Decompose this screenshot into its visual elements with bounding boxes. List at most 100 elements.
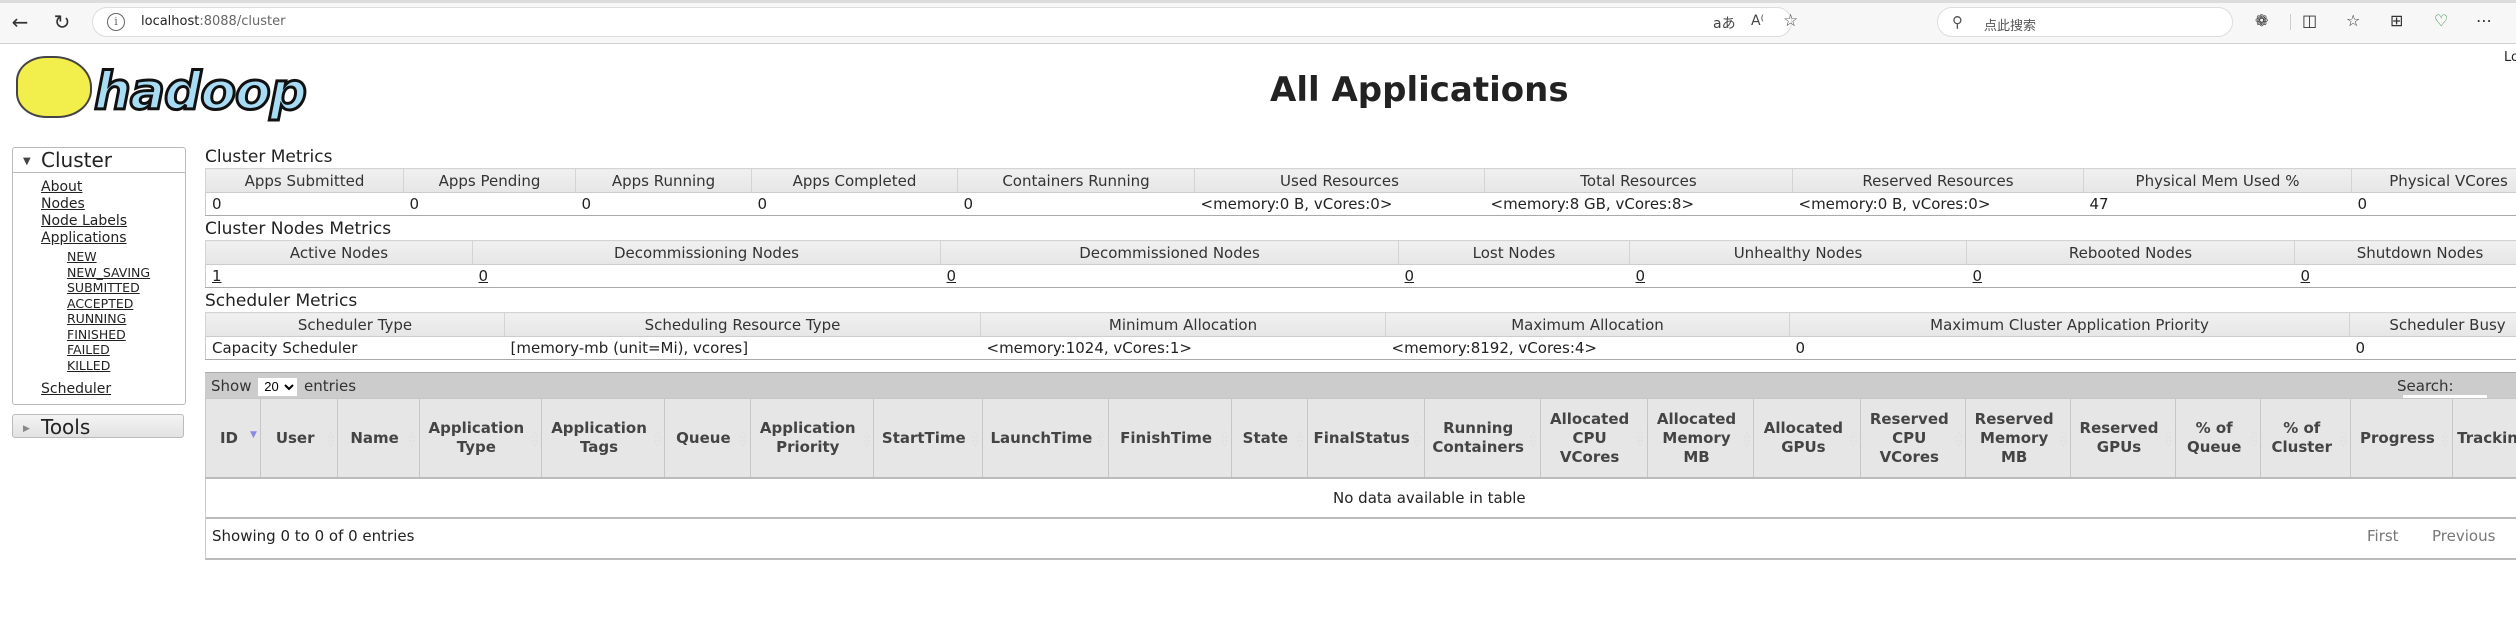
collapse-triangle-icon: ▼ — [23, 155, 31, 167]
favorite-star-icon[interactable]: ☆ — [1783, 11, 1798, 31]
sidebar-item-node-labels[interactable]: Node Labels — [41, 213, 127, 229]
state-link-accepted[interactable]: ACCEPTED — [67, 296, 133, 311]
column-header-label: StartTime — [881, 428, 966, 447]
address-bar[interactable]: i localhost:8088/cluster aあ A⁽ ☆ — [92, 7, 1798, 37]
scheduler-metrics-title: Scheduler Metrics — [205, 291, 358, 311]
column-header-queue[interactable]: Queue △ ▽ — [664, 398, 751, 479]
state-link-new[interactable]: NEW — [67, 249, 97, 264]
split-screen-icon[interactable]: ◫ — [2302, 11, 2317, 30]
sort-desc-icon: ▼ — [250, 430, 257, 440]
metric-link-decommissioned-nodes[interactable]: 0 — [947, 267, 957, 285]
column-header-of-cluster[interactable]: % of Cluster △ ▽ — [2260, 398, 2352, 479]
column-header-application-type[interactable]: Application Type △ ▽ — [418, 398, 542, 479]
metric-value-scheduler-busy: 0 — [2349, 336, 2516, 360]
column-header-allocated-cpu-vcores[interactable]: Allocated CPU VCores △ ▽ — [1539, 398, 1648, 479]
pagination-first[interactable]: First — [2367, 527, 2399, 545]
metric-link-rebooted-nodes[interactable]: 0 — [1973, 267, 1983, 285]
favorites-icon[interactable]: ☆ — [2346, 11, 2360, 30]
metric-header-physical-mem-used: Physical Mem Used % — [2083, 168, 2352, 193]
column-header-allocated-memory-mb[interactable]: Allocated Memory MB △ ▽ — [1646, 398, 1755, 479]
more-icon[interactable]: ⋯ — [2476, 11, 2492, 30]
metric-value-apps-completed: 0 — [751, 192, 958, 216]
state-link-new-saving[interactable]: NEW_SAVING — [67, 265, 150, 280]
column-header-label: FinishTime — [1120, 428, 1213, 447]
metric-link-active-nodes[interactable]: 1 — [212, 267, 222, 285]
state-link-submitted[interactable]: SUBMITTED — [67, 280, 140, 295]
search-placeholder: 点此搜索 — [1984, 19, 2037, 34]
column-header-launchtime[interactable]: LaunchTime △ ▽ — [981, 398, 1110, 479]
column-header-label: Application Tags — [551, 419, 647, 456]
scheduler-metrics-table: Scheduler Type Scheduling Resource Type Mi… — [205, 312, 2516, 360]
metric-value-maximum-cluster-application-priority: 0 — [1789, 336, 2350, 360]
column-header-name[interactable]: Name △ ▽ — [337, 398, 420, 479]
pagination-previous[interactable]: Previous — [2432, 527, 2495, 545]
sidebar-item-about[interactable]: About — [41, 179, 82, 195]
column-header-of-queue[interactable]: % of Queue △ ▽ — [2174, 398, 2262, 479]
column-header-user[interactable]: User △ ▽ — [259, 398, 339, 479]
metric-header-apps-pending: Apps Pending — [403, 168, 576, 193]
collections-icon[interactable]: ⊞ — [2390, 11, 2403, 30]
page-size-control: Show 20 entries — [211, 377, 356, 396]
metric-header-maximum-cluster-application-priority: Maximum Cluster Application Priority — [1789, 312, 2350, 337]
state-link-finished[interactable]: FINISHED — [67, 327, 126, 342]
column-header-label: Allocated GPUs — [1763, 419, 1844, 456]
column-header-progress[interactable]: Progress △ ▽ — [2350, 398, 2453, 479]
column-header-reserved-gpus[interactable]: Reserved GPUs △ ▽ — [2070, 398, 2176, 479]
browser-search-box[interactable]: ⚲ 点此搜索 — [1937, 7, 2233, 37]
refresh-icon[interactable]: ↻ — [50, 10, 74, 34]
column-header-reserved-cpu-vcores[interactable]: Reserved CPU VCores △ ▽ — [1860, 398, 1967, 479]
browser-essentials-icon[interactable]: ♡ — [2434, 11, 2448, 30]
search-icon: ⚲ — [1952, 13, 1963, 31]
column-header-tracking-ui[interactable]: Tracking UI△▽ — [2451, 398, 2516, 479]
column-header-label: Reserved Memory MB — [1974, 409, 2054, 466]
state-link-killed[interactable]: KILLED — [67, 358, 110, 373]
cluster-metrics-title: Cluster Metrics — [205, 147, 333, 167]
translate-icon[interactable]: aあ — [1713, 13, 1736, 33]
metric-link-lost-nodes[interactable]: 0 — [1405, 267, 1415, 285]
metric-value-physical-vcores: 0 — [2351, 192, 2516, 216]
metric-link-shutdown-nodes[interactable]: 0 — [2301, 267, 2311, 285]
metric-header-shutdown-nodes: Shutdown Nodes — [2294, 240, 2516, 265]
logo-text: hadoop — [92, 62, 308, 122]
column-header-application-priority[interactable]: Application Priority △ ▽ — [749, 398, 874, 479]
metric-header-decommissioned-nodes: Decommissioned Nodes — [940, 240, 1399, 265]
metric-header-unhealthy-nodes: Unhealthy Nodes — [1629, 240, 1967, 265]
extensions-icon[interactable]: ❁ — [2255, 11, 2268, 30]
state-link-running[interactable]: RUNNING — [67, 311, 126, 326]
sidebar-tools-label: Tools — [41, 415, 91, 439]
metric-link-decommissioning-nodes[interactable]: 0 — [479, 267, 489, 285]
column-header-label: % of Cluster — [2271, 419, 2332, 456]
metric-link-unhealthy-nodes[interactable]: 0 — [1636, 267, 1646, 285]
app-state-list: NEW NEW_SAVING SUBMITTED ACCEPTED RUNNIN… — [41, 249, 185, 373]
read-aloud-icon[interactable]: A⁽ — [1751, 13, 1764, 29]
sidebar-item-scheduler[interactable]: Scheduler — [41, 381, 111, 397]
column-header-starttime[interactable]: StartTime △ ▽ — [872, 398, 983, 479]
column-header-state[interactable]: State △ ▽ — [1231, 398, 1308, 479]
sidebar-tools-header[interactable]: ▶ Tools — [12, 414, 184, 439]
metric-value-scheduling-resource-type: [memory-mb (unit=Mi), vcores] — [504, 336, 981, 360]
column-header-application-tags[interactable]: Application Tags △ ▽ — [540, 398, 666, 479]
column-header-allocated-gpus[interactable]: Allocated GPUs △ ▽ — [1753, 398, 1862, 479]
column-header-id[interactable]: ID ▼ — [205, 398, 261, 479]
back-icon[interactable]: ← — [8, 10, 32, 34]
metric-header-apps-submitted: Apps Submitted — [205, 168, 404, 193]
sidebar-item-nodes[interactable]: Nodes — [41, 196, 85, 212]
sidebar-item-applications[interactable]: Applications — [41, 230, 127, 246]
column-header-finalstatus[interactable]: FinalStatus △ ▽ — [1306, 398, 1425, 479]
metric-value-physical-mem-used: 47 — [2083, 192, 2352, 216]
state-link-failed[interactable]: FAILED — [67, 342, 110, 357]
metric-value-active-nodes: 1 — [205, 264, 473, 288]
page-size-select[interactable]: 20 — [258, 377, 298, 396]
sort-both-icon: △ ▽ — [1221, 430, 1229, 449]
empty-table-message: No data available in table — [205, 478, 2516, 519]
column-header-label: Application Priority — [759, 419, 856, 456]
column-header-running-containers[interactable]: Running Containers △ ▽ — [1423, 398, 1541, 479]
column-header-reserved-memory-mb[interactable]: Reserved Memory MB △ ▽ — [1965, 398, 2072, 479]
info-icon[interactable]: i — [107, 13, 125, 31]
metric-value-containers-running: 0 — [957, 192, 1195, 216]
column-header-finishtime[interactable]: FinishTime △ ▽ — [1108, 398, 1233, 479]
metric-value-apps-running: 0 — [575, 192, 752, 216]
applications-table: ID ▼ User △ ▽ Name △ ▽ Application Type △ ▽ Applica… — [205, 398, 2516, 519]
metric-value-maximum-allocation: <memory:8192, vCores:4> — [1385, 336, 1790, 360]
sidebar-cluster-header[interactable]: ▼ Cluster — [13, 148, 185, 173]
